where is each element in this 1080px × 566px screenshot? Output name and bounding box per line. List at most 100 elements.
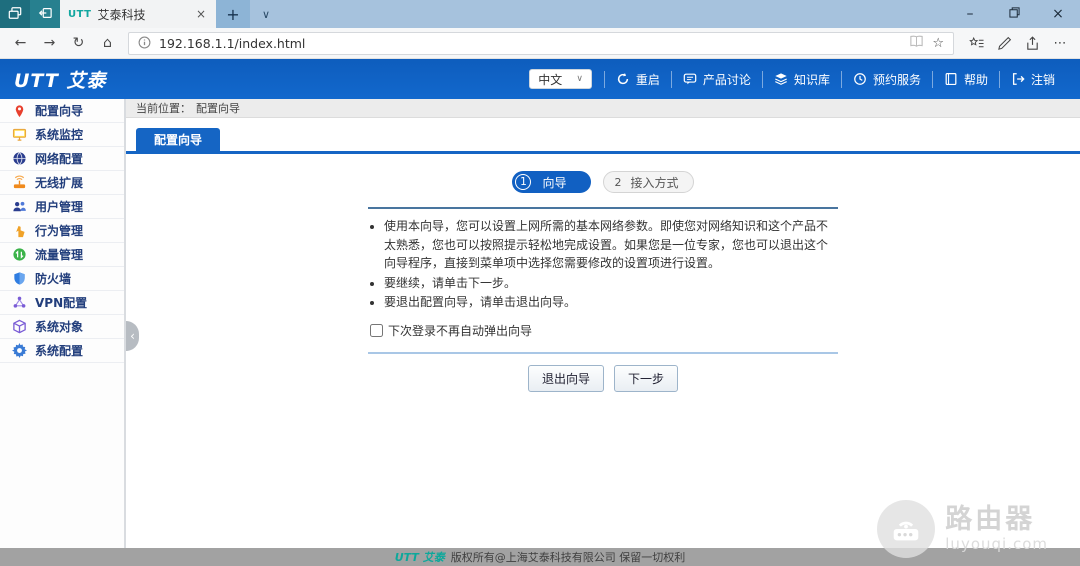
wizard-step-1: 1 向导 — [512, 171, 591, 193]
language-select[interactable]: 中文 ∨ — [529, 69, 592, 89]
new-tab-button[interactable]: + — [216, 0, 250, 28]
sidebar: 配置向导 系统监控 网络配置 无线扩展 用户管理 行为管理 流量管理 防火墙 V… — [0, 99, 126, 548]
step-number-badge: 2 — [614, 175, 622, 189]
restart-icon — [616, 72, 631, 87]
sidebar-item-label: 系统对象 — [35, 320, 84, 334]
tab-list-chevron-icon[interactable]: ∨ — [250, 0, 282, 28]
restore-button[interactable] — [992, 0, 1036, 28]
minimize-button[interactable]: – — [948, 0, 992, 28]
sidebar-item-label: 防火墙 — [35, 272, 72, 286]
menu-product-discussion[interactable]: 产品讨论 — [670, 70, 762, 88]
sidebar-item-label: 用户管理 — [35, 200, 84, 214]
sidebar-item-monitor[interactable]: 系统监控 — [0, 123, 124, 147]
layers-icon — [774, 72, 789, 87]
sidebar-item-network[interactable]: 网络配置 — [0, 147, 124, 171]
footer-copyright: 版权所有@上海艾泰科技有限公司 保留一切权利 — [450, 551, 686, 564]
menu-product-discussion-label: 产品讨论 — [702, 72, 751, 87]
sidebar-item-wizard[interactable]: 配置向导 — [0, 99, 124, 123]
url-text[interactable]: 192.168.1.1/index.html — [159, 36, 901, 51]
restore-icon — [1008, 6, 1020, 22]
next-step-button[interactable]: 下一步 — [614, 364, 679, 392]
more-menu-icon[interactable]: ⋯ — [1046, 36, 1074, 51]
cube-icon — [12, 319, 27, 334]
menu-logout[interactable]: 注销 — [998, 70, 1066, 88]
address-bar[interactable]: 192.168.1.1/index.html ☆ — [128, 31, 954, 55]
sidebar-item-firewall[interactable]: 防火墙 — [0, 267, 124, 291]
sidebar-item-traffic[interactable]: 流量管理 — [0, 243, 124, 267]
tab-close-icon[interactable]: × — [194, 7, 208, 21]
wizard-step-2: 2 接入方式 — [602, 171, 694, 193]
step-label: 接入方式 — [630, 175, 679, 190]
skip-wizard-row[interactable]: 下次登录不再自动弹出向导 — [370, 322, 838, 339]
sidebar-item-label: 网络配置 — [35, 152, 84, 166]
clock-icon — [853, 72, 868, 87]
sidebar-item-label: 流量管理 — [35, 248, 84, 262]
chevron-left-icon: ‹ — [130, 329, 135, 343]
sidebar-item-label: 行为管理 — [35, 224, 84, 238]
browser-window: UTT 艾泰科技 × + ∨ – × ← → ↻ ⌂ 192.168.1.1/i… — [0, 0, 1080, 566]
chat-bubble-icon — [683, 72, 698, 87]
menu-help-label: 帮助 — [963, 72, 988, 87]
tabs-preview-button[interactable] — [0, 0, 30, 28]
hub-favorites-icon[interactable] — [962, 36, 990, 51]
shield-icon — [12, 271, 27, 286]
main-content: 当前位置： 配置向导 配置向导 1 向导 2 接入方式 • 使用本向导，您可以设… — [126, 99, 1080, 548]
share-icon[interactable] — [1018, 35, 1046, 51]
step-label: 向导 — [542, 175, 567, 190]
menu-restart[interactable]: 重启 — [603, 70, 671, 88]
globe-icon — [12, 151, 27, 166]
home-icon[interactable]: ⌂ — [93, 35, 122, 51]
breadcrumb-value: 配置向导 — [196, 102, 240, 115]
favorite-star-icon[interactable]: ☆ — [932, 36, 944, 51]
sidebar-item-users[interactable]: 用户管理 — [0, 195, 124, 219]
menu-logout-label: 注销 — [1030, 72, 1055, 87]
site-info-icon[interactable] — [138, 34, 151, 53]
sidebar-item-wireless[interactable]: 无线扩展 — [0, 171, 124, 195]
sidebar-item-label: VPN配置 — [35, 296, 88, 310]
tabs-preview-icon — [8, 5, 22, 24]
hand-icon — [12, 223, 27, 238]
sidebar-item-label: 系统监控 — [35, 128, 84, 142]
menu-restart-label: 重启 — [635, 72, 660, 87]
menu-appointment-service-label: 预约服务 — [872, 72, 921, 87]
logout-icon — [1011, 72, 1026, 87]
sidebar-item-vpn[interactable]: VPN配置 — [0, 291, 124, 315]
site-favicon: UTT — [68, 8, 92, 20]
set-tabs-aside-button[interactable] — [30, 0, 60, 28]
book-icon — [944, 72, 959, 87]
sidebar-item-behavior[interactable]: 行为管理 — [0, 219, 124, 243]
titlebar-drag-area — [282, 0, 948, 28]
exit-wizard-button[interactable]: 退出向导 — [527, 364, 604, 392]
wizard-instructions: 使用本向导，您可以设置上网所需的基本网络参数。即使您对网络知识和这个产品不太熟悉… — [368, 217, 838, 312]
browser-toolbar: ← → ↻ ⌂ 192.168.1.1/index.html ☆ ⋯ — [0, 28, 1080, 59]
menu-appointment-service[interactable]: 预约服务 — [840, 70, 932, 88]
gear-icon — [12, 343, 27, 358]
close-button[interactable]: × — [1036, 0, 1080, 28]
step-number-badge: 1 — [515, 174, 532, 190]
back-icon[interactable]: ← — [6, 35, 35, 51]
sidebar-item-label: 系统配置 — [35, 344, 84, 358]
antenna-icon — [12, 175, 27, 190]
menu-help[interactable]: 帮助 — [931, 70, 999, 88]
sidebar-item-label: 无线扩展 — [35, 176, 84, 190]
monitor-icon — [12, 127, 27, 142]
breadcrumb: 当前位置： 配置向导 — [126, 99, 1080, 118]
tab-config-wizard[interactable]: 配置向导 — [136, 128, 221, 151]
instruction-item: 要继续，请单击下一步。 — [384, 274, 838, 293]
menu-knowledge-base[interactable]: 知识库 — [761, 70, 841, 88]
skip-wizard-checkbox[interactable] — [370, 323, 383, 337]
sidebar-item-system-config[interactable]: 系统配置 — [0, 339, 124, 363]
footer: UTT 艾泰 版权所有@上海艾泰科技有限公司 保留一切权利 — [0, 548, 1080, 566]
wizard-panel: 1 向导 2 接入方式 使用本向导，您可以设置上网所需的基本网络参数。即使您对网… — [126, 154, 1080, 548]
sidebar-item-objects[interactable]: 系统对象 — [0, 315, 124, 339]
refresh-icon[interactable]: ↻ — [64, 35, 93, 51]
wizard-steps: 1 向导 2 接入方式 — [126, 171, 1080, 193]
web-note-pen-icon[interactable] — [990, 36, 1018, 51]
browser-tab[interactable]: UTT 艾泰科技 × — [60, 0, 216, 28]
reading-view-icon[interactable] — [909, 34, 924, 53]
app-body: 配置向导 系统监控 网络配置 无线扩展 用户管理 行为管理 流量管理 防火墙 V… — [0, 99, 1080, 548]
forward-icon[interactable]: → — [35, 35, 64, 51]
divider — [368, 207, 838, 209]
browser-tab-bar: UTT 艾泰科技 × + ∨ – × — [0, 0, 1080, 28]
tab-title: 艾泰科技 — [97, 7, 146, 22]
